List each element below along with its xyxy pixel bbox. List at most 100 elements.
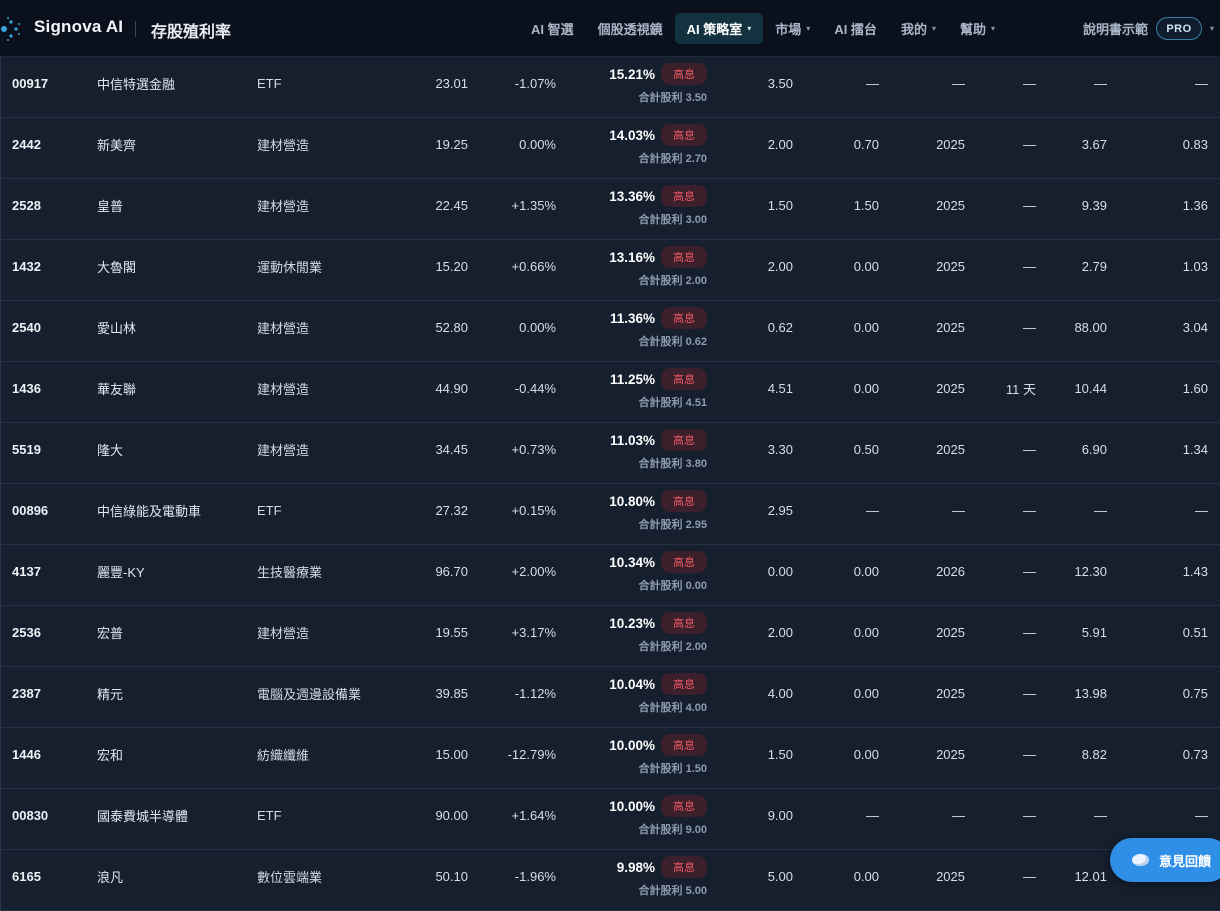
stock-name[interactable]: 精元 [97, 667, 123, 719]
table-row[interactable]: 2540 愛山林 建材營造 52.80 0.00% 11.36% 高息 合計股利… [1, 301, 1220, 362]
high-yield-badge: 高息 [661, 612, 707, 634]
manual-demo-link[interactable]: 說明書示範 [1083, 19, 1148, 38]
nav-help[interactable]: 幫助 ▾ [948, 13, 1007, 44]
stock-code[interactable]: 2536 [12, 606, 41, 658]
total-dividend: 合計股利 0.00 [638, 580, 707, 592]
table-row[interactable]: 5519 隆大 建材營造 34.45 +0.73% 11.03% 高息 合計股利… [1, 423, 1220, 484]
stock-code[interactable]: 2387 [12, 667, 41, 719]
cash-dividend: 4.00 [767, 685, 793, 701]
yield-line: 13.36% 高息 [609, 185, 707, 207]
nav-ai-arena[interactable]: AI 擂台 [822, 13, 889, 44]
yield-line: 10.23% 高息 [609, 612, 707, 634]
nav-mine[interactable]: 我的 ▾ [889, 13, 948, 44]
chevron-down-icon: ▾ [747, 24, 752, 33]
table-row[interactable]: 2536 宏普 建材營造 19.55 +3.17% 10.23% 高息 合計股利… [1, 606, 1220, 667]
yield-value: 11.36% [609, 310, 655, 326]
yield-cell: 13.36% 高息 合計股利 3.00 [561, 183, 711, 233]
high-yield-badge: 高息 [661, 490, 707, 512]
stock-code[interactable]: 00917 [12, 57, 48, 109]
days-to-ex-dividend: — [1023, 624, 1036, 640]
table-row[interactable]: 2387 精元 電腦及週邊設備業 39.85 -1.12% 10.04% 高息 … [1, 667, 1220, 728]
yield-value: 10.00% [609, 798, 655, 814]
stock-name[interactable]: 隆大 [97, 423, 123, 475]
nav-stock-lens[interactable]: 個股透視鏡 [586, 13, 675, 44]
stock-code[interactable]: 00896 [12, 484, 48, 536]
industry: 生技醫療業 [257, 564, 323, 580]
table-row[interactable]: 6165 浪凡 數位雲端業 50.10 -1.96% 9.98% 高息 合計股利… [1, 850, 1220, 911]
price-change: -1.12% [514, 685, 556, 701]
nav-label: 幫助 [959, 22, 986, 37]
cash-dividend: 3.50 [767, 75, 793, 91]
signova-logo-icon[interactable] [0, 16, 22, 42]
high-yield-badge: 高息 [661, 856, 707, 878]
yield-value: 10.34% [609, 554, 655, 570]
feedback-button[interactable]: 意見回饋 [1110, 838, 1220, 882]
high-yield-badge: 高息 [661, 124, 707, 146]
yield-cell: 9.98% 高息 合計股利 5.00 [561, 854, 711, 904]
yield-cell: 11.03% 高息 合計股利 3.80 [561, 427, 711, 477]
stock-name[interactable]: 中信綠能及電動車 [97, 484, 201, 536]
pro-badge[interactable]: PRO [1156, 17, 1202, 40]
yield-line: 15.21% 高息 [609, 63, 707, 85]
stock-name[interactable]: 新美齊 [97, 118, 136, 170]
yield-line: 13.16% 高息 [609, 246, 707, 268]
nav-label: 我的 [900, 22, 927, 37]
table-row[interactable]: 00917 中信特選金融 ETF 23.01 -1.07% 15.21% 高息 … [1, 57, 1220, 118]
table-row[interactable]: 4137 麗豐-KY 生技醫療業 96.70 +2.00% 10.34% 高息 … [1, 545, 1220, 606]
yield-line: 10.34% 高息 [609, 551, 707, 573]
nav-market[interactable]: 市場 ▾ [763, 13, 822, 44]
account-chevron-down-icon[interactable]: ▾ [1210, 24, 1214, 33]
table-row[interactable]: 2528 皇普 建材營造 22.45 +1.35% 13.36% 高息 合計股利… [1, 179, 1220, 240]
stock-name[interactable]: 浪凡 [97, 850, 123, 902]
stock-code[interactable]: 2528 [12, 179, 41, 231]
pb-ratio: 3.04 [1182, 319, 1208, 335]
stock-code[interactable]: 1436 [12, 362, 41, 414]
pe-ratio: 8.82 [1081, 746, 1107, 762]
price-change: +1.64% [511, 807, 556, 823]
stock-name[interactable]: 愛山林 [97, 301, 136, 353]
dividend-year: 2026 [936, 563, 965, 579]
stock-name[interactable]: 國泰費城半導體 [97, 789, 188, 841]
stock-code[interactable]: 1432 [12, 240, 41, 292]
nav-ai-picks[interactable]: AI 智選 [519, 13, 586, 44]
pe-ratio: 12.01 [1074, 868, 1107, 884]
total-dividend: 合計股利 3.50 [638, 92, 707, 104]
stock-code[interactable]: 2540 [12, 301, 41, 353]
cash-dividend: 5.00 [767, 868, 793, 884]
nav-ai-strategy[interactable]: AI 策略室 ▾ [674, 13, 764, 44]
stock-dividend: 0.00 [853, 563, 879, 579]
industry: 電腦及週邊設備業 [257, 686, 362, 702]
stock-name[interactable]: 宏普 [97, 606, 123, 658]
stock-name[interactable]: 宏和 [97, 728, 123, 780]
table-row[interactable]: 00830 國泰費城半導體 ETF 90.00 +1.64% 10.00% 高息… [1, 789, 1220, 850]
dividend-year: — [952, 807, 965, 823]
table-row[interactable]: 1432 大魯閣 運動休閒業 15.20 +0.66% 13.16% 高息 合計… [1, 240, 1220, 301]
table-row[interactable]: 1446 宏和 紡織纖維 15.00 -12.79% 10.00% 高息 合計股… [1, 728, 1220, 789]
stock-code[interactable]: 6165 [12, 850, 41, 902]
stock-dividend: 0.00 [853, 746, 879, 762]
table-row[interactable]: 00896 中信綠能及電動車 ETF 27.32 +0.15% 10.80% 高… [1, 484, 1220, 545]
stock-code[interactable]: 00830 [12, 789, 48, 841]
pe-ratio: 12.30 [1074, 563, 1107, 579]
days-to-ex-dividend: — [1023, 441, 1036, 457]
price-change: 0.00% [519, 136, 556, 152]
stock-name[interactable]: 麗豐-KY [97, 545, 145, 597]
stock-name[interactable]: 中信特選金融 [97, 57, 175, 109]
dividend-year: — [952, 502, 965, 518]
stock-code[interactable]: 5519 [12, 423, 41, 475]
high-yield-badge: 高息 [661, 246, 707, 268]
table-row[interactable]: 1436 華友聯 建材營造 44.90 -0.44% 11.25% 高息 合計股… [1, 362, 1220, 423]
brand-name[interactable]: Signova AI [34, 17, 123, 37]
stock-name[interactable]: 皇普 [97, 179, 123, 231]
stock-code[interactable]: 2442 [12, 118, 41, 170]
pe-ratio: 3.67 [1081, 136, 1107, 152]
total-dividend: 合計股利 4.00 [638, 702, 707, 714]
table-row[interactable]: 2442 新美齊 建材營造 19.25 0.00% 14.03% 高息 合計股利… [1, 118, 1220, 179]
high-yield-badge: 高息 [661, 429, 707, 451]
yield-cell: 10.00% 高息 合計股利 1.50 [561, 732, 711, 782]
stock-code[interactable]: 4137 [12, 545, 41, 597]
stock-code[interactable]: 1446 [12, 728, 41, 780]
stock-name[interactable]: 華友聯 [97, 362, 136, 414]
stock-dividend: 0.00 [853, 685, 879, 701]
stock-name[interactable]: 大魯閣 [97, 240, 136, 292]
